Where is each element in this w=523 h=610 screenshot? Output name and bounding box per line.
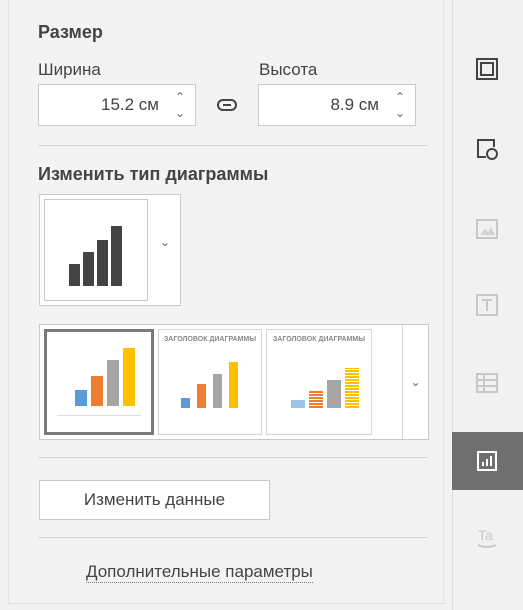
chart-type-heading: Изменить тип диаграммы: [38, 164, 269, 184]
spin-down-icon[interactable]: ⌄: [391, 105, 409, 121]
width-spinner[interactable]: 15.2 см ⌃ ⌄: [38, 84, 196, 126]
paragraph-settings-icon[interactable]: [474, 56, 500, 82]
spin-down-icon[interactable]: ⌄: [171, 105, 189, 121]
chart-settings-icon[interactable]: [474, 448, 500, 474]
thumb-bar: [229, 362, 238, 408]
spin-up-icon[interactable]: ⌃: [171, 89, 189, 105]
column-chart-icon[interactable]: [44, 199, 148, 301]
text-art-settings-icon[interactable]: [474, 292, 500, 318]
separator: [38, 145, 428, 146]
thumb-bar: [123, 348, 135, 406]
height-value: 8.9 см: [330, 95, 379, 114]
more-settings-link[interactable]: Дополнительные параметры: [86, 562, 313, 583]
thumb-bar: [309, 390, 323, 408]
thumb-bar: [291, 400, 305, 408]
edit-data-button[interactable]: Изменить данные: [39, 480, 270, 520]
chart-styles-gallery: ЗАГОЛОВОК ДИАГРАММЫ ЗАГОЛОВОК ДИАГРАММЫ …: [39, 324, 429, 440]
size-heading: Размер: [38, 22, 103, 42]
chart-type-selector[interactable]: ⌄: [39, 194, 181, 306]
width-value: 15.2 см: [101, 95, 159, 114]
chart-style-thumbnail[interactable]: ЗАГОЛОВОК ДИАГРАММЫ: [266, 329, 372, 435]
shape-settings-icon[interactable]: [474, 136, 500, 162]
separator: [38, 457, 428, 458]
thumb-bar: [75, 390, 87, 406]
width-label: Ширина: [38, 60, 101, 79]
chart-style-thumbnail[interactable]: [44, 329, 154, 435]
height-spinner-arrows[interactable]: ⌃ ⌄: [391, 89, 409, 121]
thumb-title: ЗАГОЛОВОК ДИАГРАММЫ: [163, 336, 257, 343]
thumb-title: [47, 338, 151, 346]
table-settings-icon[interactable]: [474, 370, 500, 396]
chevron-down-icon[interactable]: ⌄: [152, 235, 178, 261]
height-spinner[interactable]: 8.9 см ⌃ ⌄: [258, 84, 416, 126]
thumb-bar: [213, 374, 222, 408]
thumb-bar: [107, 360, 119, 406]
thumb-bar: [181, 398, 190, 408]
height-label: Высота: [259, 60, 318, 79]
thumb-title: ЗАГОЛОВОК ДИАГРАММЫ: [272, 336, 366, 343]
image-settings-icon[interactable]: [474, 216, 500, 242]
separator: [38, 537, 428, 538]
thumb-bar: [327, 380, 341, 408]
chart-style-thumbnail[interactable]: ЗАГОЛОВОК ДИАГРАММЫ: [158, 329, 262, 435]
constrain-proportions-icon[interactable]: [216, 94, 238, 116]
thumb-axis: [57, 415, 141, 420]
thumb-bar: [345, 368, 359, 408]
svg-text:Ta: Ta: [478, 527, 493, 543]
chevron-down-icon[interactable]: ⌄: [402, 325, 428, 439]
thumb-bar: [91, 376, 103, 406]
spin-up-icon[interactable]: ⌃: [391, 89, 409, 105]
thumb-bar: [197, 384, 206, 408]
signature-settings-icon[interactable]: Ta: [474, 524, 500, 550]
width-spinner-arrows[interactable]: ⌃ ⌄: [171, 89, 189, 121]
